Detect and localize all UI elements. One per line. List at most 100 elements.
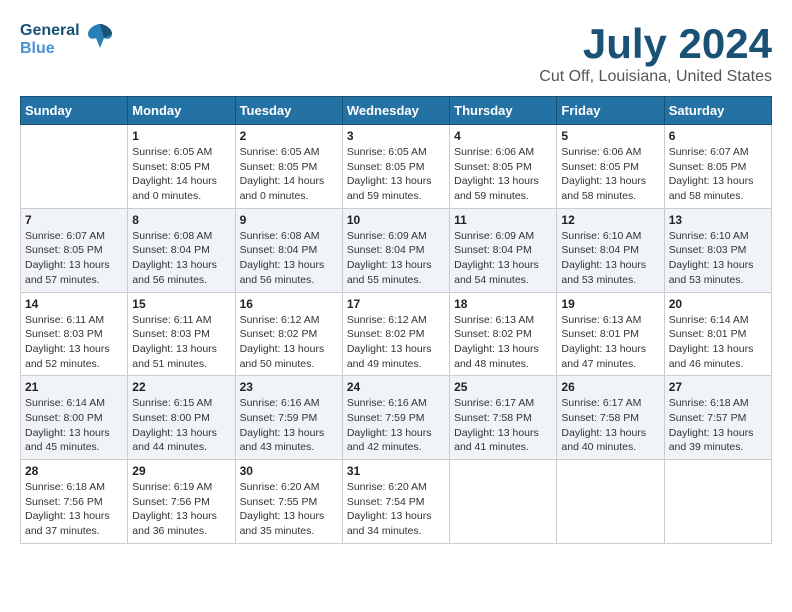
day-info: Sunrise: 6:14 AM Sunset: 8:01 PM Dayligh… <box>669 313 767 372</box>
day-number: 17 <box>347 297 445 311</box>
day-info: Sunrise: 6:10 AM Sunset: 8:04 PM Dayligh… <box>561 229 659 288</box>
day-info: Sunrise: 6:17 AM Sunset: 7:58 PM Dayligh… <box>454 396 552 455</box>
day-number: 27 <box>669 380 767 394</box>
calendar-cell: 5 Sunrise: 6:06 AM Sunset: 8:05 PM Daylig… <box>557 125 664 209</box>
weekday-header-monday: Monday <box>128 97 235 125</box>
calendar-cell: 13 Sunrise: 6:10 AM Sunset: 8:03 PM Dayli… <box>664 208 771 292</box>
calendar-cell: 31 Sunrise: 6:20 AM Sunset: 7:54 PM Dayli… <box>342 460 449 544</box>
weekday-header-friday: Friday <box>557 97 664 125</box>
day-info: Sunrise: 6:17 AM Sunset: 7:58 PM Dayligh… <box>561 396 659 455</box>
day-info: Sunrise: 6:13 AM Sunset: 8:02 PM Dayligh… <box>454 313 552 372</box>
day-number: 15 <box>132 297 230 311</box>
calendar-week-5: 28 Sunrise: 6:18 AM Sunset: 7:56 PM Dayli… <box>21 460 772 544</box>
calendar-week-3: 14Sunrise: 6:11 AM Sunset: 8:03 PM Dayli… <box>21 292 772 376</box>
calendar-cell: 8Sunrise: 6:08 AM Sunset: 8:04 PM Daylig… <box>128 208 235 292</box>
day-number: 24 <box>347 380 445 394</box>
calendar-cell: 18 Sunrise: 6:13 AM Sunset: 8:02 PM Dayli… <box>450 292 557 376</box>
day-number: 13 <box>669 213 767 227</box>
day-number: 3 <box>347 129 445 143</box>
calendar-week-1: 1 Sunrise: 6:05 AM Sunset: 8:05 PM Daylig… <box>21 125 772 209</box>
calendar-cell: 9 Sunrise: 6:08 AM Sunset: 8:04 PM Daylig… <box>235 208 342 292</box>
day-number: 11 <box>454 213 552 227</box>
day-info: Sunrise: 6:13 AM Sunset: 8:01 PM Dayligh… <box>561 313 659 372</box>
calendar-cell: 2 Sunrise: 6:05 AM Sunset: 8:05 PM Daylig… <box>235 125 342 209</box>
day-number: 25 <box>454 380 552 394</box>
day-number: 6 <box>669 129 767 143</box>
calendar-cell: 17 Sunrise: 6:12 AM Sunset: 8:02 PM Dayli… <box>342 292 449 376</box>
day-info: Sunrise: 6:08 AM Sunset: 8:04 PM Dayligh… <box>240 229 338 288</box>
weekday-header-saturday: Saturday <box>664 97 771 125</box>
calendar-cell: 25 Sunrise: 6:17 AM Sunset: 7:58 PM Dayli… <box>450 376 557 460</box>
day-info: Sunrise: 6:14 AM Sunset: 8:00 PM Dayligh… <box>25 396 123 455</box>
calendar-cell <box>450 460 557 544</box>
day-number: 21 <box>25 380 123 394</box>
logo: General Blue <box>20 20 116 59</box>
day-number: 8 <box>132 213 230 227</box>
day-info: Sunrise: 6:06 AM Sunset: 8:05 PM Dayligh… <box>454 145 552 204</box>
location: Cut Off, Louisiana, United States <box>539 68 772 86</box>
day-number: 5 <box>561 129 659 143</box>
weekday-header-tuesday: Tuesday <box>235 97 342 125</box>
day-info: Sunrise: 6:05 AM Sunset: 8:05 PM Dayligh… <box>240 145 338 204</box>
calendar-cell: 15 Sunrise: 6:11 AM Sunset: 8:03 PM Dayli… <box>128 292 235 376</box>
logo-text: General Blue <box>20 22 80 57</box>
day-info: Sunrise: 6:18 AM Sunset: 7:57 PM Dayligh… <box>669 396 767 455</box>
day-number: 1 <box>132 129 230 143</box>
day-info: Sunrise: 6:09 AM Sunset: 8:04 PM Dayligh… <box>454 229 552 288</box>
calendar-cell: 28 Sunrise: 6:18 AM Sunset: 7:56 PM Dayli… <box>21 460 128 544</box>
calendar-cell: 29Sunrise: 6:19 AM Sunset: 7:56 PM Dayli… <box>128 460 235 544</box>
day-number: 20 <box>669 297 767 311</box>
day-info: Sunrise: 6:11 AM Sunset: 8:03 PM Dayligh… <box>132 313 230 372</box>
logo-icon <box>84 20 116 59</box>
day-info: Sunrise: 6:09 AM Sunset: 8:04 PM Dayligh… <box>347 229 445 288</box>
day-info: Sunrise: 6:12 AM Sunset: 8:02 PM Dayligh… <box>240 313 338 372</box>
calendar-cell: 14Sunrise: 6:11 AM Sunset: 8:03 PM Dayli… <box>21 292 128 376</box>
day-info: Sunrise: 6:20 AM Sunset: 7:55 PM Dayligh… <box>240 480 338 539</box>
day-number: 10 <box>347 213 445 227</box>
calendar-cell <box>21 125 128 209</box>
day-info: Sunrise: 6:12 AM Sunset: 8:02 PM Dayligh… <box>347 313 445 372</box>
day-number: 2 <box>240 129 338 143</box>
calendar-cell <box>664 460 771 544</box>
day-info: Sunrise: 6:10 AM Sunset: 8:03 PM Dayligh… <box>669 229 767 288</box>
title-section: July 2024 Cut Off, Louisiana, United Sta… <box>539 20 772 86</box>
calendar-cell: 4Sunrise: 6:06 AM Sunset: 8:05 PM Daylig… <box>450 125 557 209</box>
day-number: 18 <box>454 297 552 311</box>
day-info: Sunrise: 6:07 AM Sunset: 8:05 PM Dayligh… <box>25 229 123 288</box>
month-title: July 2024 <box>539 20 772 68</box>
weekday-header-wednesday: Wednesday <box>342 97 449 125</box>
calendar-table: SundayMondayTuesdayWednesdayThursdayFrid… <box>20 96 772 544</box>
calendar-cell: 1 Sunrise: 6:05 AM Sunset: 8:05 PM Daylig… <box>128 125 235 209</box>
calendar-cell: 6Sunrise: 6:07 AM Sunset: 8:05 PM Daylig… <box>664 125 771 209</box>
weekday-header-thursday: Thursday <box>450 97 557 125</box>
day-info: Sunrise: 6:18 AM Sunset: 7:56 PM Dayligh… <box>25 480 123 539</box>
calendar-cell: 3Sunrise: 6:05 AM Sunset: 8:05 PM Daylig… <box>342 125 449 209</box>
calendar-week-2: 7 Sunrise: 6:07 AM Sunset: 8:05 PM Daylig… <box>21 208 772 292</box>
day-number: 7 <box>25 213 123 227</box>
calendar-cell: 22 Sunrise: 6:15 AM Sunset: 8:00 PM Dayli… <box>128 376 235 460</box>
day-info: Sunrise: 6:15 AM Sunset: 8:00 PM Dayligh… <box>132 396 230 455</box>
day-info: Sunrise: 6:11 AM Sunset: 8:03 PM Dayligh… <box>25 313 123 372</box>
day-info: Sunrise: 6:06 AM Sunset: 8:05 PM Dayligh… <box>561 145 659 204</box>
calendar-week-4: 21 Sunrise: 6:14 AM Sunset: 8:00 PM Dayli… <box>21 376 772 460</box>
calendar-cell: 23Sunrise: 6:16 AM Sunset: 7:59 PM Dayli… <box>235 376 342 460</box>
day-number: 22 <box>132 380 230 394</box>
day-number: 9 <box>240 213 338 227</box>
day-number: 19 <box>561 297 659 311</box>
day-number: 29 <box>132 464 230 478</box>
day-number: 28 <box>25 464 123 478</box>
day-info: Sunrise: 6:16 AM Sunset: 7:59 PM Dayligh… <box>240 396 338 455</box>
calendar-cell: 19 Sunrise: 6:13 AM Sunset: 8:01 PM Dayli… <box>557 292 664 376</box>
page-header: General Blue July 2024 Cut Off, Louisian… <box>20 20 772 86</box>
calendar-cell: 11 Sunrise: 6:09 AM Sunset: 8:04 PM Dayli… <box>450 208 557 292</box>
day-number: 26 <box>561 380 659 394</box>
day-info: Sunrise: 6:20 AM Sunset: 7:54 PM Dayligh… <box>347 480 445 539</box>
calendar-cell: 12 Sunrise: 6:10 AM Sunset: 8:04 PM Dayli… <box>557 208 664 292</box>
calendar-cell: 7 Sunrise: 6:07 AM Sunset: 8:05 PM Daylig… <box>21 208 128 292</box>
day-number: 31 <box>347 464 445 478</box>
day-number: 12 <box>561 213 659 227</box>
calendar-cell <box>557 460 664 544</box>
day-number: 30 <box>240 464 338 478</box>
day-info: Sunrise: 6:05 AM Sunset: 8:05 PM Dayligh… <box>132 145 230 204</box>
weekday-header-sunday: Sunday <box>21 97 128 125</box>
